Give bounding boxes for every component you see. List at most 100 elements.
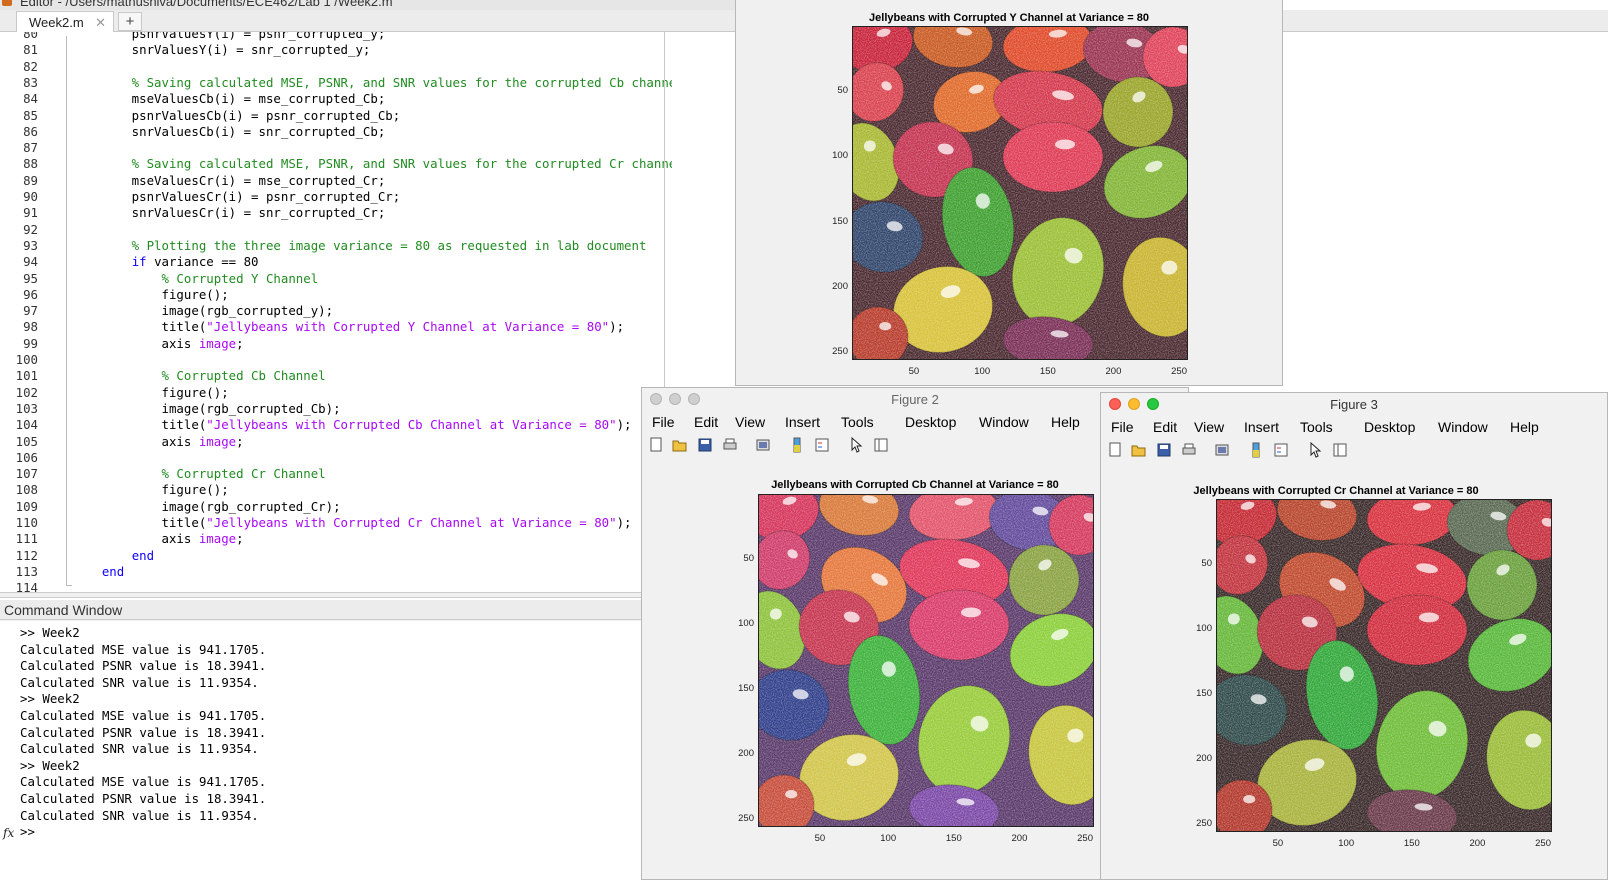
close-icon[interactable]: ✕ bbox=[95, 15, 106, 31]
menu-edit[interactable]: Edit bbox=[1153, 419, 1177, 435]
menu-file[interactable]: File bbox=[1111, 419, 1134, 435]
save-icon[interactable] bbox=[1156, 442, 1172, 458]
menu-window[interactable]: Window bbox=[1438, 419, 1488, 435]
code-line[interactable]: % Corrupted Cr Channel bbox=[72, 466, 326, 481]
code-token: % Saving calculated MSE, PSNR, and SNR v… bbox=[72, 74, 672, 90]
code-area[interactable]: psnrValuesY(i) = psnr_corrupted_y; snrVa… bbox=[72, 32, 672, 606]
figure-3-window-title: Figure 3 bbox=[1330, 397, 1378, 412]
code-line[interactable]: image(rgb_corrupted_y); bbox=[72, 303, 334, 318]
print-icon[interactable] bbox=[722, 437, 738, 453]
code-line[interactable]: end bbox=[72, 564, 124, 579]
menu-window[interactable]: Window bbox=[979, 414, 1029, 430]
code-line[interactable]: if variance == 80 bbox=[72, 254, 259, 269]
line-number: 96 bbox=[23, 286, 38, 302]
save-icon[interactable] bbox=[697, 437, 713, 453]
code-line[interactable]: title("Jellybeans with Corrupted Y Chann… bbox=[72, 319, 625, 335]
code-line[interactable]: snrValuesCb(i) = snr_corrupted_Cb; bbox=[72, 123, 386, 139]
menu-insert[interactable]: Insert bbox=[1244, 419, 1279, 435]
command-window[interactable]: >> Week2 Calculated MSE value is 941.1705… bbox=[0, 621, 645, 880]
menu-help[interactable]: Help bbox=[1510, 419, 1539, 435]
line-number: 88 bbox=[23, 156, 38, 172]
code-token: figure(); bbox=[72, 384, 229, 400]
code-line[interactable]: title("Jellybeans with Corrupted Cr Chan… bbox=[72, 515, 632, 530]
open-file-icon[interactable] bbox=[1131, 442, 1147, 458]
menu-desktop[interactable]: Desktop bbox=[1364, 419, 1415, 435]
code-line[interactable]: figure(); bbox=[72, 385, 229, 400]
code-line[interactable]: image(rgb_corrupted_Cr); bbox=[72, 499, 341, 514]
menu-view[interactable]: View bbox=[735, 414, 765, 430]
code-token: ); bbox=[609, 319, 625, 335]
menu-insert[interactable]: Insert bbox=[785, 414, 820, 430]
code-line[interactable]: snrValuesCr(i) = snr_corrupted_Cr; bbox=[72, 205, 386, 220]
code-line[interactable]: axis image; bbox=[72, 434, 244, 449]
code-line[interactable]: psnrValuesY(i) = psnr_corrupted_y; bbox=[72, 32, 386, 41]
code-token: axis bbox=[72, 433, 199, 449]
tab-week2[interactable]: Week2.m ✕ bbox=[16, 11, 114, 32]
code-line[interactable]: % Saving calculated MSE, PSNR, and SNR v… bbox=[72, 75, 672, 90]
figure-1-plot-title: Jellybeans with Corrupted Y Channel at V… bbox=[869, 12, 1149, 24]
menu-file[interactable]: File bbox=[652, 414, 675, 430]
command-prompt[interactable]: >> bbox=[20, 824, 35, 839]
code-line[interactable]: % Plotting the three image variance = 80… bbox=[72, 238, 647, 253]
line-number: 89 bbox=[23, 172, 38, 188]
new-tab-button[interactable]: + bbox=[118, 12, 142, 31]
figure-1-window: Jellybeans with Corrupted Y Channel at V… bbox=[735, 0, 1283, 386]
menu-view[interactable]: View bbox=[1194, 419, 1224, 435]
x-tick-label: 100 bbox=[974, 366, 991, 377]
open-file-icon[interactable] bbox=[672, 437, 688, 453]
pointer-icon[interactable] bbox=[1307, 442, 1323, 458]
property-editor-icon[interactable] bbox=[873, 437, 889, 453]
code-line[interactable]: psnrValuesCb(i) = psnr_corrupted_Cb; bbox=[72, 108, 401, 123]
line-number: 92 bbox=[23, 221, 38, 237]
print-icon[interactable] bbox=[1181, 442, 1197, 458]
property-editor-icon[interactable] bbox=[1332, 442, 1348, 458]
code-line[interactable]: % Corrupted Cb Channel bbox=[72, 368, 326, 383]
figure-3-menu-bar: File Edit View Insert Tools Desktop Window Help bbox=[1101, 415, 1607, 439]
code-line[interactable]: axis image; bbox=[72, 336, 244, 351]
x-tick-label: 50 bbox=[908, 366, 920, 377]
legend-icon[interactable] bbox=[1273, 442, 1289, 458]
menu-tools[interactable]: Tools bbox=[841, 414, 874, 430]
new-figure-icon[interactable] bbox=[648, 437, 664, 453]
figure-1-image bbox=[852, 26, 1188, 360]
legend-icon[interactable] bbox=[814, 437, 830, 453]
command-window-header: Command Window bbox=[0, 600, 645, 620]
code-line[interactable]: axis image; bbox=[72, 531, 244, 546]
code-line[interactable]: % Saving calculated MSE, PSNR, and SNR v… bbox=[72, 156, 672, 171]
menu-edit[interactable]: Edit bbox=[694, 414, 718, 430]
menu-help[interactable]: Help bbox=[1051, 414, 1080, 430]
link-axes-icon[interactable] bbox=[1214, 442, 1230, 458]
code-line[interactable]: % Corrupted Y Channel bbox=[72, 271, 319, 286]
code-token: "Jellybeans with Corrupted Cb Channel at… bbox=[206, 417, 617, 433]
line-number: 103 bbox=[15, 400, 38, 416]
code-line[interactable]: figure(); bbox=[72, 287, 229, 302]
y-tick-label: 50 bbox=[1201, 558, 1212, 570]
line-number: 84 bbox=[23, 91, 38, 107]
y-tick-label: 100 bbox=[1196, 623, 1212, 635]
colorbar-icon[interactable] bbox=[1248, 442, 1264, 458]
panel-splitter[interactable] bbox=[0, 592, 645, 598]
y-tick-label: 50 bbox=[837, 85, 848, 97]
link-axes-icon[interactable] bbox=[755, 437, 771, 453]
code-token: snrValuesCb(i) = snr_corrupted_Cb; bbox=[72, 123, 386, 139]
y-tick-label: 200 bbox=[738, 748, 754, 760]
code-line[interactable]: mseValuesCr(i) = mse_corrupted_Cr; bbox=[72, 173, 386, 188]
new-figure-icon[interactable] bbox=[1107, 442, 1123, 458]
code-line[interactable]: image(rgb_corrupted_Cb); bbox=[72, 401, 341, 416]
colorbar-icon[interactable] bbox=[789, 437, 805, 453]
fx-icon[interactable]: fx bbox=[3, 826, 14, 840]
pointer-icon[interactable] bbox=[848, 437, 864, 453]
x-tick-label: 150 bbox=[945, 833, 962, 844]
code-line[interactable]: mseValuesCb(i) = mse_corrupted_Cb; bbox=[72, 91, 386, 106]
code-line[interactable]: title("Jellybeans with Corrupted Cb Chan… bbox=[72, 417, 632, 432]
code-line[interactable]: snrValuesY(i) = snr_corrupted_y; bbox=[72, 42, 371, 57]
code-line[interactable]: end bbox=[72, 548, 154, 563]
command-output-line: Calculated PSNR value is 18.3941. bbox=[20, 658, 267, 674]
code-line[interactable]: psnrValuesCr(i) = psnr_corrupted_Cr; bbox=[72, 189, 401, 204]
editor-title: Editor - /Users/mathushiva/Documents/ECE… bbox=[20, 0, 393, 9]
figure-3-toolbar bbox=[1101, 439, 1607, 461]
menu-tools[interactable]: Tools bbox=[1300, 419, 1333, 435]
menu-desktop[interactable]: Desktop bbox=[905, 414, 956, 430]
code-line[interactable]: figure(); bbox=[72, 482, 229, 497]
code-token: "Jellybeans with Corrupted Cr Channel at… bbox=[206, 515, 617, 530]
